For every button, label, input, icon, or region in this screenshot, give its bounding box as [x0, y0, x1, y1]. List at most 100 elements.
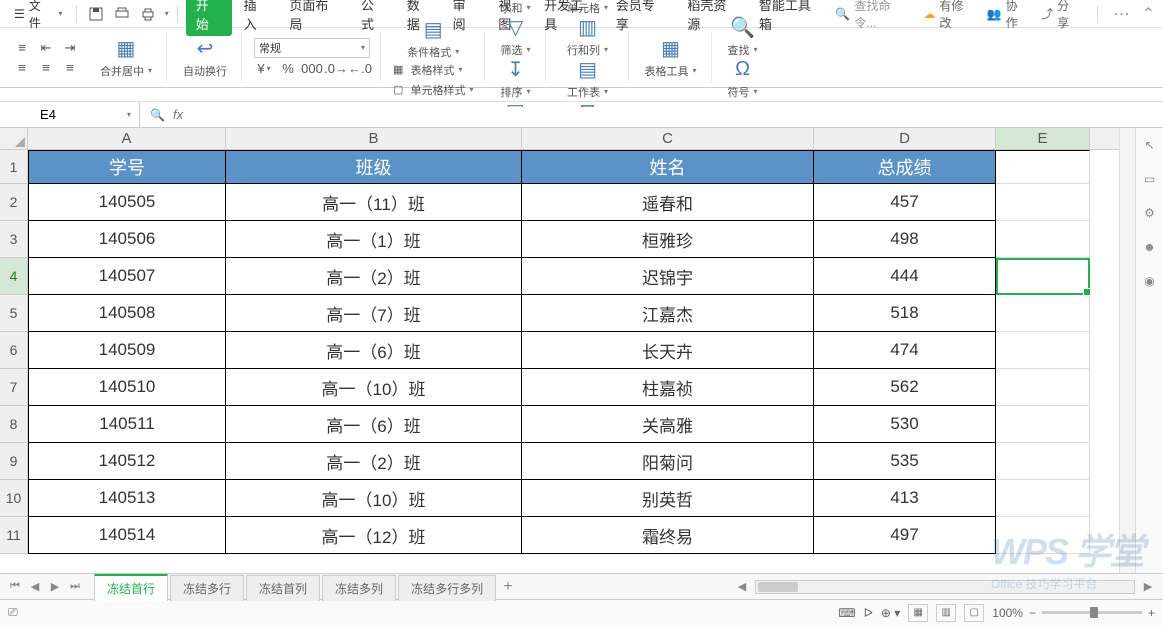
- cell[interactable]: 140514: [28, 517, 226, 554]
- cell[interactable]: 别英哲: [522, 480, 814, 517]
- cell[interactable]: 高一（6）班: [226, 332, 522, 369]
- cell[interactable]: 140508: [28, 295, 226, 332]
- header-cell[interactable]: 总成绩: [814, 150, 996, 184]
- grid[interactable]: A B C D E 1 学号 班级 姓名 总成绩 2140505高一（11）班遥…: [0, 128, 1119, 573]
- outdent-icon[interactable]: ≡: [12, 39, 32, 57]
- file-menu[interactable]: ☰ 文件 ▾: [8, 0, 68, 33]
- cell-button[interactable]: ▢单元格▾: [559, 0, 616, 16]
- chevron-down-icon[interactable]: ▾: [127, 110, 131, 119]
- col-header-C[interactable]: C: [522, 128, 814, 149]
- cell[interactable]: 遥春和: [522, 184, 814, 221]
- cell[interactable]: 高一（12）班: [226, 517, 522, 554]
- number-format-combo[interactable]: 常规▾: [254, 38, 370, 58]
- status-icon[interactable]: ⎚: [8, 605, 18, 620]
- cell[interactable]: 长天卉: [522, 332, 814, 369]
- indent-left-icon[interactable]: ⇤: [36, 39, 56, 57]
- align-bot-icon[interactable]: ≡: [60, 59, 80, 77]
- cell[interactable]: 140507: [28, 258, 226, 295]
- col-header-D[interactable]: D: [814, 128, 996, 149]
- row-header-9[interactable]: 9: [0, 443, 28, 480]
- sheet-next[interactable]: ▶: [46, 578, 64, 596]
- cell[interactable]: 457: [814, 184, 996, 221]
- zoom-control[interactable]: 100% − +: [992, 606, 1155, 620]
- cloud-unsaved[interactable]: ☁ 有修改: [923, 0, 974, 31]
- sum-button[interactable]: Σ求和▾: [493, 0, 539, 16]
- sheet-tab[interactable]: 冻结多列: [322, 575, 396, 601]
- row-header-6[interactable]: 6: [0, 332, 28, 369]
- horizontal-scrollbar[interactable]: [755, 580, 1135, 594]
- cell[interactable]: 桓雅珍: [522, 221, 814, 258]
- tab-start[interactable]: 开始: [186, 0, 232, 36]
- cell[interactable]: 高一（1）班: [226, 221, 522, 258]
- sheet-first[interactable]: ⏮: [6, 578, 24, 596]
- sheet-tab[interactable]: 冻结多行多列: [398, 575, 496, 601]
- rowcol-button[interactable]: ▥行和列▾: [559, 16, 616, 58]
- col-header-E[interactable]: E: [996, 128, 1090, 149]
- percent-icon[interactable]: %: [278, 60, 298, 78]
- cell[interactable]: [996, 369, 1090, 406]
- cell[interactable]: 474: [814, 332, 996, 369]
- cell[interactable]: 高一（11）班: [226, 184, 522, 221]
- save-icon[interactable]: [85, 3, 107, 25]
- cell[interactable]: 140512: [28, 443, 226, 480]
- header-cell[interactable]: 学号: [28, 150, 226, 184]
- cell[interactable]: 562: [814, 369, 996, 406]
- cell[interactable]: 迟锦宇: [522, 258, 814, 295]
- inc-decimal-icon[interactable]: .0→: [326, 60, 346, 78]
- hscroll-left[interactable]: ◀: [733, 578, 751, 596]
- sheet-last[interactable]: ⏭: [66, 578, 84, 596]
- view-normal[interactable]: ▦: [908, 604, 928, 622]
- view-break[interactable]: ▢: [964, 604, 984, 622]
- cell-style-button[interactable]: ▢ 单元格样式▾: [393, 82, 473, 98]
- table-style-button[interactable]: ▦ 表格样式▾: [393, 62, 473, 78]
- chevron-down-icon[interactable]: ▾: [165, 9, 169, 18]
- cell[interactable]: 530: [814, 406, 996, 443]
- cell[interactable]: 高一（7）班: [226, 295, 522, 332]
- cell[interactable]: 140510: [28, 369, 226, 406]
- cell[interactable]: [996, 443, 1090, 480]
- sheet-tab[interactable]: 冻结首行: [94, 574, 168, 601]
- zoom-slider-track[interactable]: [1042, 611, 1142, 614]
- filter-button[interactable]: ▽筛选▾: [493, 16, 539, 58]
- cell[interactable]: 高一（6）班: [226, 406, 522, 443]
- cell[interactable]: 497: [814, 517, 996, 554]
- collab-button[interactable]: 👥 协作: [987, 0, 1029, 31]
- cell[interactable]: 518: [814, 295, 996, 332]
- currency-icon[interactable]: ¥▾: [254, 60, 274, 78]
- sheet-tab[interactable]: 冻结首列: [246, 575, 320, 601]
- col-header-B[interactable]: B: [226, 128, 522, 149]
- print-preview-icon[interactable]: [111, 3, 133, 25]
- input-mode-icon[interactable]: ⌨: [838, 606, 855, 620]
- cell[interactable]: 霜终易: [522, 517, 814, 554]
- zoom-out-icon[interactable]: −: [1029, 606, 1036, 620]
- cell[interactable]: 柱嘉祯: [522, 369, 814, 406]
- cell[interactable]: [996, 150, 1090, 184]
- formula-input[interactable]: [191, 107, 1153, 122]
- search-fx-icon[interactable]: 🔍: [150, 108, 165, 122]
- robot-icon[interactable]: ☻: [1141, 238, 1159, 256]
- name-box[interactable]: ▾: [0, 102, 140, 127]
- cell[interactable]: 高一（10）班: [226, 480, 522, 517]
- row-header-8[interactable]: 8: [0, 406, 28, 443]
- row-header-1[interactable]: 1: [0, 150, 28, 184]
- cell[interactable]: 高一（10）班: [226, 369, 522, 406]
- cell[interactable]: 140505: [28, 184, 226, 221]
- cond-format-button[interactable]: ▤ 条件格式▾: [399, 18, 467, 60]
- symbol-button[interactable]: Ω符号▾: [720, 58, 766, 100]
- merge-center-button[interactable]: ▦ 合并居中▾: [92, 37, 160, 79]
- cell[interactable]: 140511: [28, 406, 226, 443]
- hscroll-right[interactable]: ▶: [1139, 578, 1157, 596]
- comma-icon[interactable]: 000: [302, 60, 322, 78]
- sheet-tab[interactable]: 冻结多行: [170, 575, 244, 601]
- fx-icon[interactable]: fx: [173, 107, 183, 122]
- collapse-ribbon[interactable]: ⌃: [1142, 4, 1155, 24]
- row-header-4[interactable]: 4: [0, 258, 28, 295]
- row-header-7[interactable]: 7: [0, 369, 28, 406]
- add-sheet-button[interactable]: +: [498, 578, 518, 596]
- cell[interactable]: 阳菊问: [522, 443, 814, 480]
- cell[interactable]: [996, 332, 1090, 369]
- cursor-icon[interactable]: ↖: [1141, 136, 1159, 154]
- cell[interactable]: [996, 221, 1090, 258]
- cell[interactable]: [996, 184, 1090, 221]
- tabletool-button[interactable]: ▦表格工具▾: [637, 37, 705, 79]
